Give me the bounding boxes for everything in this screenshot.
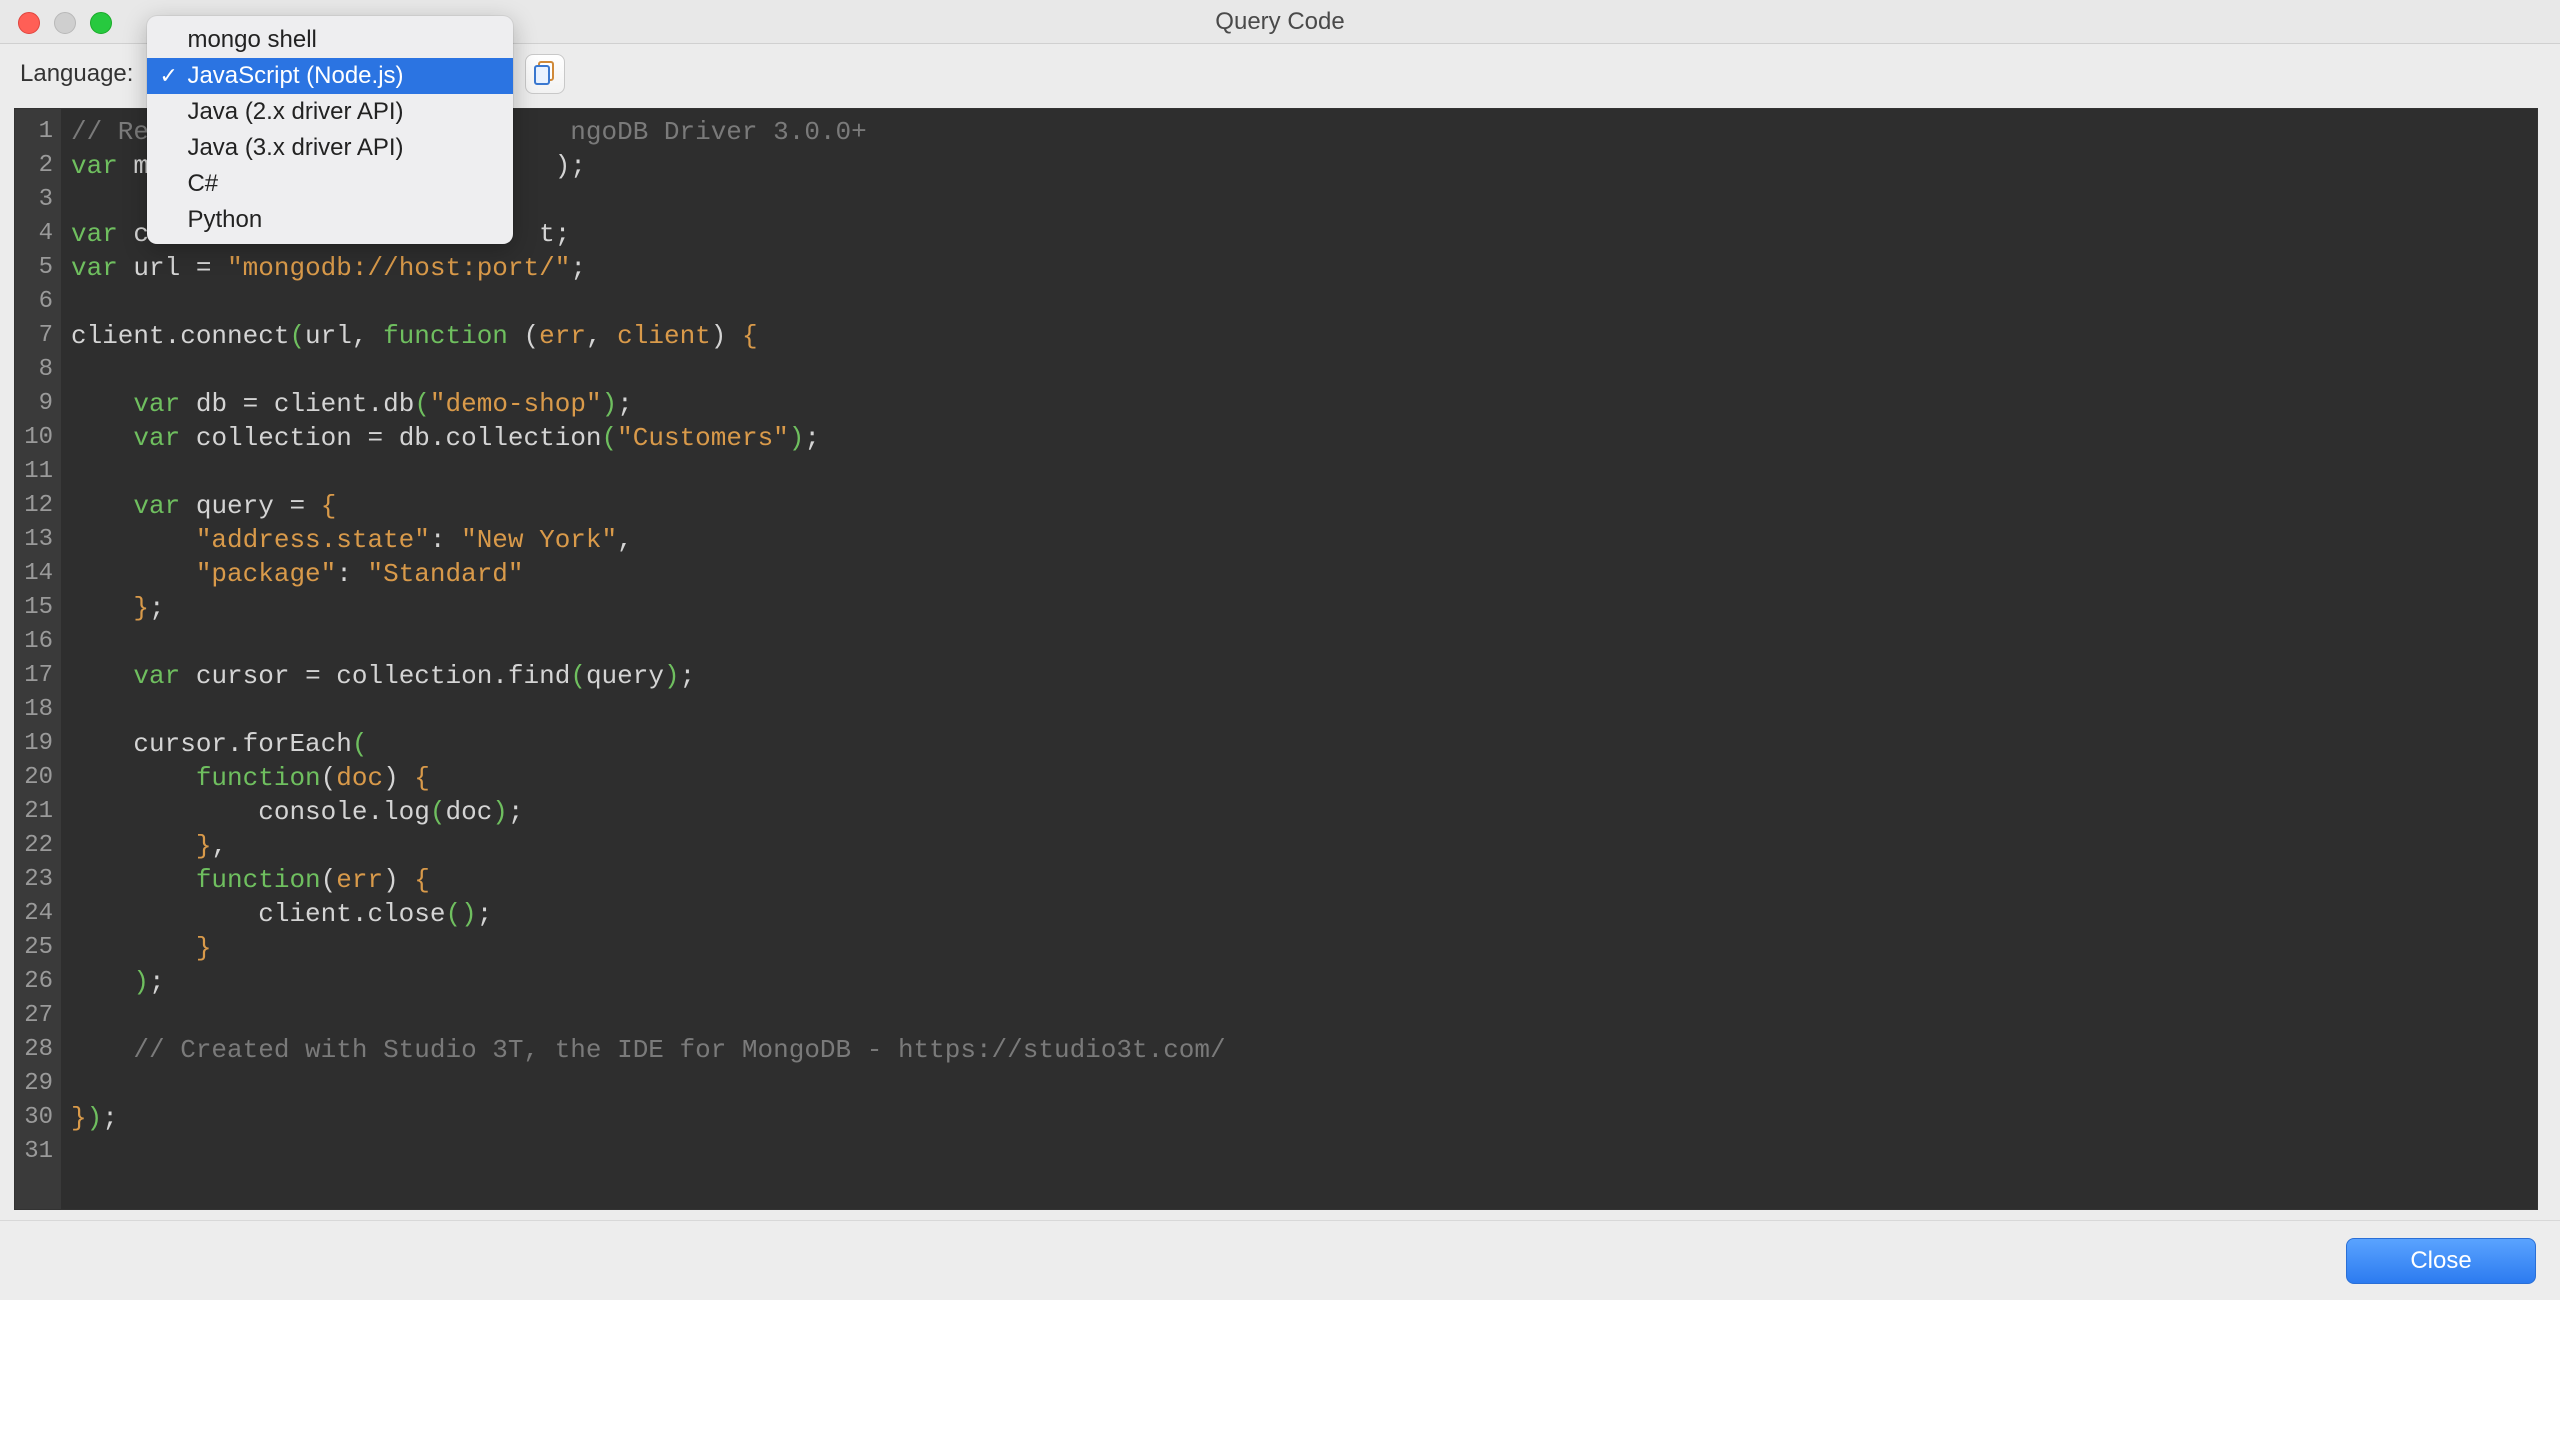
line-number: 11 (21, 455, 53, 489)
code-line[interactable]: var cursor = collection.find(query); (71, 659, 2537, 693)
language-option-python[interactable]: Python (147, 202, 513, 238)
line-number: 7 (21, 319, 53, 353)
code-line[interactable]: cursor.forEach( (71, 727, 2537, 761)
query-code-window: Query Code Language: JavaScript (Node.js… (0, 0, 2560, 1440)
code-line[interactable]: }); (71, 1101, 2537, 1135)
line-number: 16 (21, 625, 53, 659)
code-line[interactable] (71, 285, 2537, 319)
code-line[interactable]: function(doc) { (71, 761, 2537, 795)
line-number: 20 (21, 761, 53, 795)
code-line[interactable]: var db = client.db("demo-shop"); (71, 387, 2537, 421)
line-number: 5 (21, 251, 53, 285)
line-number: 25 (21, 931, 53, 965)
code-line[interactable]: client.close(); (71, 897, 2537, 931)
code-line[interactable]: console.log(doc); (71, 795, 2537, 829)
code-line[interactable]: "address.state": "New York", (71, 523, 2537, 557)
code-line[interactable]: }; (71, 591, 2537, 625)
line-number: 13 (21, 523, 53, 557)
copy-to-clipboard-button[interactable] (525, 54, 565, 94)
line-number: 2 (21, 149, 53, 183)
code-line[interactable] (71, 693, 2537, 727)
line-number: 1 (21, 115, 53, 149)
code-line[interactable]: client.connect(url, function (err, clien… (71, 319, 2537, 353)
line-number: 22 (21, 829, 53, 863)
language-option-csharp[interactable]: C# (147, 166, 513, 202)
code-line[interactable] (71, 353, 2537, 387)
language-option-javascript-nodejs[interactable]: ✓ JavaScript (Node.js) (147, 58, 513, 94)
code-line[interactable]: var url = "mongodb://host:port/"; (71, 251, 2537, 285)
language-dropdown-menu: mongo shell ✓ JavaScript (Node.js) Java … (147, 16, 513, 244)
code-line[interactable]: ); (71, 965, 2537, 999)
code-line[interactable]: } (71, 931, 2537, 965)
window-close-button[interactable] (18, 12, 40, 34)
line-number: 31 (21, 1135, 53, 1169)
line-number: 14 (21, 557, 53, 591)
language-option-java-2x[interactable]: Java (2.x driver API) (147, 94, 513, 130)
line-number: 6 (21, 285, 53, 319)
void-area (0, 1300, 2560, 1440)
window-minimize-button[interactable] (54, 12, 76, 34)
line-number: 3 (21, 183, 53, 217)
line-number: 30 (21, 1101, 53, 1135)
code-line[interactable]: "package": "Standard" (71, 557, 2537, 591)
line-number: 26 (21, 965, 53, 999)
code-editor[interactable]: 1234567891011121314151617181920212223242… (14, 108, 2538, 1210)
toolbar: Language: JavaScript (Node.js) mongo she… (0, 44, 2560, 104)
line-number: 8 (21, 353, 53, 387)
language-label: Language: (20, 60, 133, 88)
code-line[interactable]: }, (71, 829, 2537, 863)
window-zoom-button[interactable] (90, 12, 112, 34)
clipboard-icon (534, 61, 556, 87)
line-number: 23 (21, 863, 53, 897)
window-title: Query Code (1215, 8, 1344, 36)
line-number: 18 (21, 693, 53, 727)
check-icon: ✓ (159, 63, 177, 89)
footer: Close (0, 1220, 2560, 1300)
line-number: 9 (21, 387, 53, 421)
traffic-lights (18, 12, 112, 34)
line-number: 10 (21, 421, 53, 455)
language-option-mongo-shell[interactable]: mongo shell (147, 22, 513, 58)
line-number: 19 (21, 727, 53, 761)
line-number: 28 (21, 1033, 53, 1067)
code-content[interactable]: // Re ngoDB Driver 3.0.0+var mo ); var c… (61, 109, 2537, 1209)
line-number-gutter: 1234567891011121314151617181920212223242… (15, 109, 61, 1209)
line-number: 12 (21, 489, 53, 523)
code-line[interactable] (71, 1135, 2537, 1169)
line-number: 24 (21, 897, 53, 931)
code-line[interactable]: var collection = db.collection("Customer… (71, 421, 2537, 455)
code-line[interactable]: var query = { (71, 489, 2537, 523)
line-number: 29 (21, 1067, 53, 1101)
code-line[interactable]: function(err) { (71, 863, 2537, 897)
code-line[interactable] (71, 999, 2537, 1033)
line-number: 27 (21, 999, 53, 1033)
code-line[interactable]: // Created with Studio 3T, the IDE for M… (71, 1033, 2537, 1067)
language-option-java-3x[interactable]: Java (3.x driver API) (147, 130, 513, 166)
code-line[interactable] (71, 625, 2537, 659)
line-number: 17 (21, 659, 53, 693)
code-line[interactable] (71, 455, 2537, 489)
line-number: 21 (21, 795, 53, 829)
close-button[interactable]: Close (2346, 1238, 2536, 1284)
line-number: 4 (21, 217, 53, 251)
code-line[interactable] (71, 1067, 2537, 1101)
language-dropdown[interactable]: JavaScript (Node.js) mongo shell ✓ JavaS… (147, 52, 497, 96)
line-number: 15 (21, 591, 53, 625)
